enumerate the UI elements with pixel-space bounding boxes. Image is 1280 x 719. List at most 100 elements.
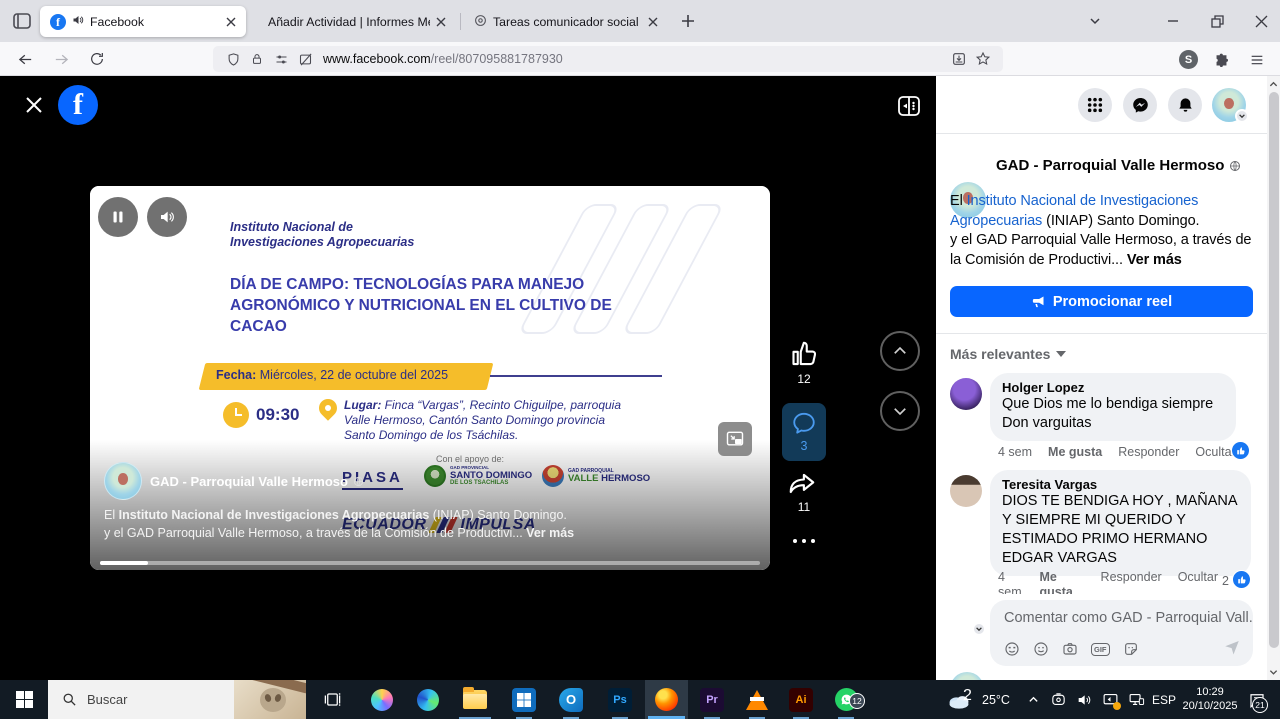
permissions-icon[interactable] xyxy=(269,47,293,71)
page-name[interactable]: GAD - Parroquial Valle Hermoso xyxy=(996,157,1241,174)
temperature[interactable]: 25°C xyxy=(976,680,1016,719)
tab-informes[interactable]: Añadir Actividad | Informes Mensua xyxy=(258,6,456,37)
url-text[interactable]: www.facebook.com/reel/807095881787930 xyxy=(323,52,947,66)
mute-button[interactable] xyxy=(147,197,187,237)
send-comment-icon[interactable] xyxy=(1223,638,1241,656)
tab-close-icon[interactable] xyxy=(642,11,664,33)
meet-now-icon[interactable] xyxy=(1046,680,1070,719)
messenger-button[interactable] xyxy=(1123,88,1157,122)
url-bar[interactable]: www.facebook.com/reel/807095881787930 xyxy=(213,46,1003,72)
language-indicator[interactable]: ESP xyxy=(1147,680,1181,719)
scrollbar-thumb[interactable] xyxy=(1269,92,1279,648)
comment-hide-link[interactable]: Ocultar xyxy=(1178,570,1218,594)
comment-hide-link[interactable]: Ocultar xyxy=(1195,445,1235,459)
see-more-link[interactable]: Ver más xyxy=(1127,252,1182,268)
comment-author[interactable]: Teresita Vargas xyxy=(1002,477,1239,492)
tab-tareas[interactable]: Tareas comunicador social GAD xyxy=(466,6,668,37)
comment-reply-link[interactable]: Responder xyxy=(1101,570,1162,594)
promote-reel-button[interactable]: Promocionar reel xyxy=(950,286,1253,317)
premiere-icon[interactable]: Pr xyxy=(690,680,734,719)
picture-in-picture-button[interactable] xyxy=(718,422,752,456)
profile-chevron-icon[interactable] xyxy=(1235,109,1249,123)
taskbar-search[interactable]: Buscar xyxy=(48,680,306,719)
scroll-down-icon[interactable] xyxy=(1269,668,1278,677)
save-to-library-icon[interactable] xyxy=(947,47,971,71)
gif-icon[interactable]: GIF xyxy=(1091,643,1110,656)
collapse-sidebar-icon[interactable] xyxy=(896,93,922,124)
next-reel-button[interactable] xyxy=(880,391,920,431)
firefox-view-icon[interactable] xyxy=(10,9,34,38)
comment-bubble[interactable]: Teresita Vargas DIOS TE BENDIGA HOY , MA… xyxy=(990,470,1251,576)
microsoft-store-icon[interactable] xyxy=(502,680,546,719)
facebook-logo[interactable]: f xyxy=(58,85,98,125)
window-restore-button[interactable] xyxy=(1200,0,1234,42)
overlay-description[interactable]: El Instituto Nacional de Investigaciones… xyxy=(104,506,754,542)
like-reaction-badge[interactable] xyxy=(1231,441,1250,460)
window-minimize-button[interactable] xyxy=(1156,0,1190,42)
forward-icon[interactable] xyxy=(48,47,74,71)
edge-icon[interactable] xyxy=(406,680,450,719)
illustrator-icon[interactable]: Ai xyxy=(779,680,823,719)
comment-input[interactable]: Comentar como GAD - Parroquial Vall... G… xyxy=(990,600,1253,666)
tab-list-chevron-icon[interactable] xyxy=(1078,0,1112,42)
window-close-button[interactable] xyxy=(1244,0,1278,42)
comment-time[interactable]: 4 sem xyxy=(998,445,1032,459)
search-highlight-sloth-image[interactable] xyxy=(234,680,306,719)
photoshop-icon[interactable]: Ps xyxy=(598,680,642,719)
lock-icon[interactable] xyxy=(245,47,269,71)
see-more-link[interactable]: Ver más xyxy=(526,526,574,540)
previous-reel-button[interactable] xyxy=(880,331,920,371)
network-display-icon[interactable] xyxy=(1124,680,1148,719)
comment-like-link[interactable]: Me gusta xyxy=(1048,445,1102,459)
commenter-avatar[interactable] xyxy=(950,475,982,507)
outlook-icon[interactable]: O xyxy=(549,680,593,719)
copilot-icon[interactable] xyxy=(360,680,404,719)
overlay-page-name[interactable]: GAD - Parroquial Valle Hermoso xyxy=(150,474,364,489)
share-button[interactable] xyxy=(787,468,817,503)
extension-s-icon[interactable]: S xyxy=(1179,50,1198,69)
extensions-puzzle-icon[interactable] xyxy=(1208,48,1234,72)
file-explorer-icon[interactable] xyxy=(453,680,497,719)
like-button[interactable] xyxy=(789,339,819,374)
tab-audio-icon[interactable] xyxy=(72,14,84,29)
comment-author[interactable]: Holger Lopez xyxy=(1002,380,1224,395)
reel-video[interactable]: Instituto Nacional de Investigaciones Ag… xyxy=(90,186,770,570)
task-view-button[interactable] xyxy=(312,680,352,719)
vlc-icon[interactable] xyxy=(735,680,779,719)
clock[interactable]: 10:29 20/10/2025 xyxy=(1178,686,1242,713)
comments-sort-dropdown[interactable]: Más relevantes xyxy=(950,346,1066,362)
sticker-icon[interactable] xyxy=(1123,641,1139,657)
tab-close-icon[interactable] xyxy=(220,11,242,33)
blocked-content-icon[interactable] xyxy=(293,47,317,71)
comment-like-link[interactable]: Me gusta xyxy=(1039,570,1084,594)
menu-hamburger-icon[interactable] xyxy=(1244,48,1270,72)
scroll-up-icon[interactable] xyxy=(1269,80,1278,89)
firefox-icon[interactable] xyxy=(644,680,688,719)
tab-facebook[interactable]: f Facebook xyxy=(40,6,246,37)
camera-icon[interactable] xyxy=(1062,641,1078,657)
video-progress-bar[interactable] xyxy=(100,561,760,565)
start-button[interactable] xyxy=(0,680,48,719)
notifications-bell-button[interactable] xyxy=(1168,88,1202,122)
like-reaction-badge[interactable] xyxy=(1232,570,1251,589)
comment-reply-link[interactable]: Responder xyxy=(1118,445,1179,459)
close-reel-icon[interactable] xyxy=(24,95,44,120)
comment-bubble[interactable]: Holger Lopez Que Dios me lo bendiga siem… xyxy=(990,373,1236,441)
screen-share-icon[interactable] xyxy=(1098,680,1122,719)
back-icon[interactable] xyxy=(12,47,38,71)
composer-avatar-chevron-icon[interactable] xyxy=(972,622,986,636)
commenter-avatar[interactable] xyxy=(950,378,982,410)
tab-close-icon[interactable] xyxy=(430,11,452,33)
comment-time[interactable]: 4 sem xyxy=(998,570,1023,594)
emoji-icon[interactable] xyxy=(1033,641,1049,657)
reload-icon[interactable] xyxy=(84,47,110,71)
more-options-button[interactable] xyxy=(793,539,815,543)
new-tab-button[interactable] xyxy=(678,11,698,36)
pause-button[interactable] xyxy=(98,197,138,237)
avatar-sticker-icon[interactable] xyxy=(1004,641,1020,657)
comment-button[interactable]: 3 xyxy=(782,403,826,461)
overlay-page-avatar[interactable] xyxy=(104,462,142,500)
tray-chevron-up-icon[interactable] xyxy=(1022,680,1044,719)
apps-menu-button[interactable] xyxy=(1078,88,1112,122)
tracking-shield-icon[interactable] xyxy=(221,47,245,71)
